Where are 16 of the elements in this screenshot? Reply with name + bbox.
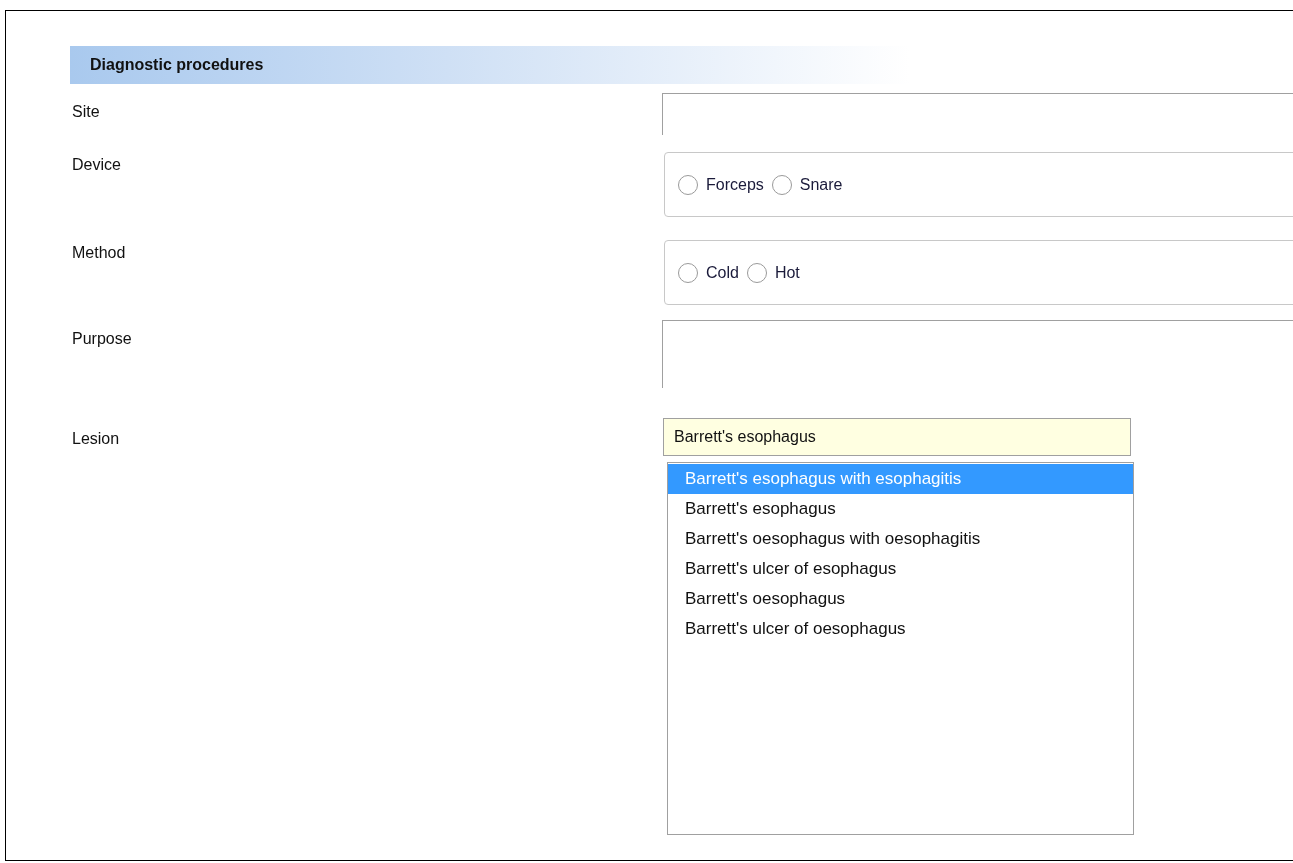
radio-option[interactable]: Cold [678, 262, 739, 283]
suggestion-item[interactable]: Barrett's ulcer of esophagus [668, 554, 1133, 584]
suggestion-item[interactable]: Barrett's oesophagus with oesophagitis [668, 524, 1133, 554]
combo-field[interactable]: Barrett's esophagus [663, 418, 1131, 456]
suggestion-item[interactable]: Barrett's ulcer of oesophagus [668, 614, 1133, 644]
field-label: Purpose [71, 329, 132, 348]
radio-option[interactable]: Forceps [678, 174, 764, 195]
field-label: Lesion [71, 429, 120, 448]
field-label: Method [71, 243, 126, 262]
suggestion-item[interactable]: Barrett's oesophagus [668, 584, 1133, 614]
text-field[interactable] [662, 93, 1293, 135]
radio-option[interactable]: Snare [771, 174, 843, 195]
field-label: Site [71, 102, 100, 121]
radio-option[interactable]: Hot [746, 262, 800, 283]
suggestion-item[interactable]: Barrett's esophagus [668, 494, 1133, 524]
field-label: Device [71, 155, 121, 174]
